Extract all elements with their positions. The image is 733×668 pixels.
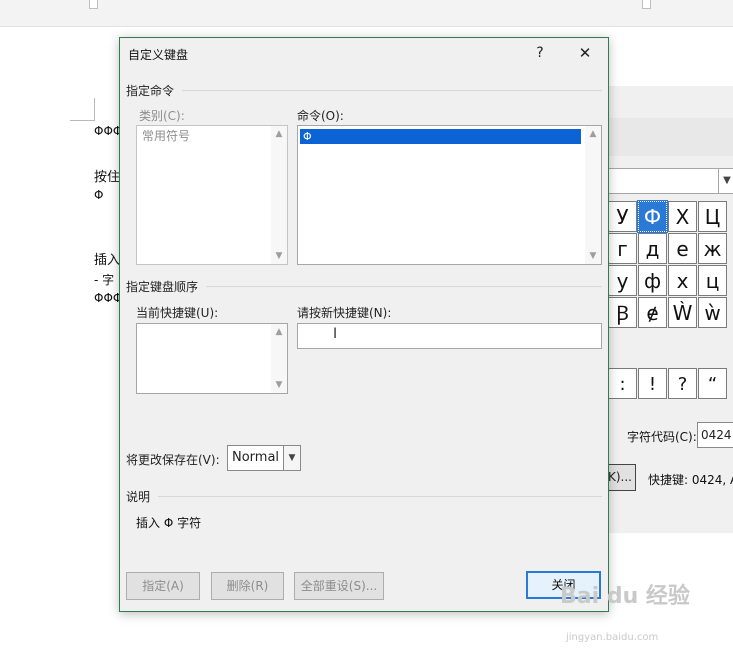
category-scrollbar[interactable]: ▲ ▼: [271, 126, 287, 264]
scroll-down-icon[interactable]: ▼: [271, 380, 287, 390]
current-keys-label: 当前快捷键(U):: [136, 306, 219, 320]
baidu-logo: Bai du 经验: [560, 584, 690, 609]
reset-all-button[interactable]: 全部重设(S)...: [294, 572, 384, 600]
section-specify-command: 指定命令: [126, 84, 175, 98]
symbol-cell[interactable]: Х: [668, 201, 697, 232]
save-in-label: 将更改保存在(V):: [126, 453, 220, 467]
document-line: 按住: [94, 170, 121, 185]
ruler-marker: [642, 0, 651, 9]
scroll-up-icon[interactable]: ▲: [271, 129, 287, 139]
shortcut-key-text: 快捷键: 0424, A: [648, 473, 733, 487]
symbol-cell[interactable]: Ꞵ: [608, 297, 637, 328]
ruler-marker: [89, 0, 98, 9]
category-label: 类别(C):: [139, 109, 185, 123]
symbol-dialog-header: [606, 86, 733, 119]
section-divider: [182, 90, 602, 91]
new-key-label: 请按新快捷键(N):: [297, 306, 392, 320]
symbol-cell[interactable]: х: [668, 265, 697, 296]
font-select[interactable]: [606, 168, 719, 194]
document-line: 插入: [94, 253, 121, 268]
scroll-up-icon[interactable]: ▲: [271, 327, 287, 337]
symbol-cell[interactable]: д: [638, 233, 667, 264]
symbol-cell[interactable]: ф: [638, 265, 667, 296]
customize-keyboard-dialog: 自定义键盘 ? ✕ 指定命令 类别(C): 常用符号 ▲ ▼ 命令(O): Φ …: [119, 37, 609, 612]
symbol-cell[interactable]: ɇ: [638, 297, 667, 328]
command-scrollbar[interactable]: ▲ ▼: [585, 126, 601, 264]
section-divider: [158, 496, 602, 497]
save-in-value: Normal: [232, 450, 280, 465]
command-list[interactable]: Φ ▲ ▼: [297, 125, 602, 265]
section-specify-keys: 指定键盘顺序: [126, 280, 199, 294]
command-label: 命令(O):: [297, 109, 344, 123]
symbol-cell[interactable]: у: [608, 265, 637, 296]
chevron-down-icon[interactable]: ▼: [283, 446, 300, 470]
page-margin-mark: [70, 98, 95, 121]
category-list[interactable]: 常用符号 ▲ ▼: [136, 125, 288, 265]
list-item[interactable]: Φ: [300, 129, 581, 144]
close-icon[interactable]: ✕: [570, 40, 600, 66]
section-divider: [206, 286, 602, 287]
document-line: - 字: [94, 273, 115, 287]
description-text: 插入 Φ 字符: [136, 516, 202, 530]
scroll-up-icon[interactable]: ▲: [585, 129, 601, 139]
symbol-cell[interactable]: ж: [698, 233, 727, 264]
document-ribbon-edge: [0, 0, 733, 27]
scroll-down-icon[interactable]: ▼: [271, 251, 287, 261]
watermark-url: jingyan.baidu.com: [566, 632, 659, 643]
symbol-cell[interactable]: ẁ: [698, 297, 727, 328]
symbol-cell[interactable]: Ц: [698, 201, 727, 232]
current-keys-scrollbar[interactable]: ▲ ▼: [271, 324, 287, 393]
chevron-down-icon[interactable]: ▼: [718, 168, 733, 194]
recent-symbol-cell[interactable]: ?: [668, 368, 697, 399]
symbol-cell[interactable]: У: [608, 201, 637, 232]
scroll-down-icon[interactable]: ▼: [585, 251, 601, 261]
remove-button[interactable]: 删除(R): [211, 572, 284, 600]
char-code-input[interactable]: 0424: [697, 422, 733, 448]
symbol-cell[interactable]: Ẁ: [668, 297, 697, 328]
symbol-cell[interactable]: ц: [698, 265, 727, 296]
recent-symbol-cell[interactable]: :: [608, 368, 637, 399]
dialog-title: 自定义键盘: [128, 48, 189, 62]
symbol-cell[interactable]: г: [608, 233, 637, 264]
recent-symbol-cell[interactable]: !: [638, 368, 667, 399]
symbol-cell[interactable]: е: [668, 233, 697, 264]
section-description: 说明: [126, 490, 151, 504]
char-code-label: 字符代码(C):: [627, 430, 697, 444]
text-cursor-icon: I: [333, 326, 338, 342]
symbol-dialog-tabs: [606, 118, 733, 156]
list-item[interactable]: 常用符号: [139, 129, 269, 144]
recent-symbol-cell[interactable]: “: [698, 368, 727, 399]
current-keys-list[interactable]: ▲ ▼: [136, 323, 288, 394]
help-icon[interactable]: ?: [528, 40, 552, 66]
new-shortcut-input[interactable]: I: [297, 323, 602, 349]
symbol-cell[interactable]: Ф: [637, 200, 668, 233]
save-in-select[interactable]: Normal ▼: [227, 445, 301, 471]
assign-button[interactable]: 指定(A): [126, 572, 200, 600]
document-line: Φ: [94, 188, 104, 202]
